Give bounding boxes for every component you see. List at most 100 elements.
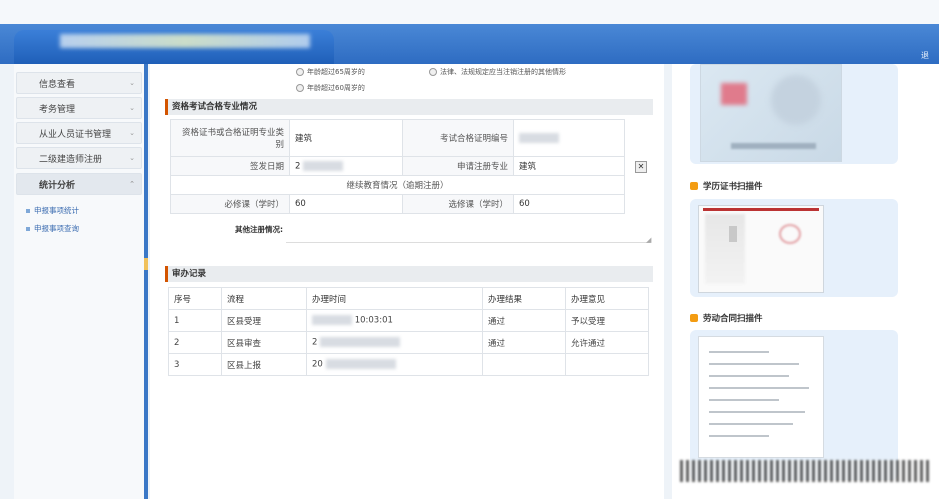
other-registration-field[interactable]	[286, 218, 650, 243]
redacted-mark	[771, 75, 821, 125]
radio-icon	[429, 68, 437, 76]
continuing-edu-label: 继续教育情况（逾期注册）	[170, 175, 625, 195]
redacted-block	[705, 214, 745, 284]
radio-age-over-65[interactable]: 年龄超过65周岁的	[296, 67, 365, 77]
redacted-strip	[731, 143, 816, 149]
chevron-down-icon: ⌄	[129, 154, 135, 162]
chevron-down-icon: ⌄	[129, 79, 135, 87]
radio-label: 年龄超过65周岁的	[307, 68, 365, 76]
exam-cert-no-value	[513, 119, 625, 157]
delete-button[interactable]: ✕	[635, 161, 647, 173]
text-line	[709, 351, 769, 353]
labor-contract-scan-image[interactable]	[698, 336, 824, 458]
site-title-redacted	[60, 34, 310, 48]
radio-label: 年龄超过60周岁的	[307, 84, 365, 92]
column-header-no: 序号	[168, 287, 222, 310]
row-process: 区县审查	[221, 331, 307, 354]
education-cert-card	[690, 199, 898, 297]
redacted-value	[519, 132, 559, 143]
resize-handle-icon[interactable]: ◢	[646, 236, 651, 244]
section-header-qualification: 资格考试合格专业情况	[165, 99, 653, 115]
sidebar-subitem-label: 申报事项统计	[34, 206, 79, 215]
attachments-panel: 学历证书扫描件 劳动合同扫描件	[672, 64, 939, 499]
watermark-overlay	[680, 460, 930, 482]
text-line	[709, 387, 809, 389]
bullet-icon	[26, 208, 30, 213]
row-time: 10:03:01	[306, 309, 483, 332]
sidebar-item-info-view[interactable]: 信息查看 ⌄	[16, 72, 142, 94]
chevron-down-icon: ⌄	[129, 129, 135, 137]
sidebar-item-exam-affairs[interactable]: 考务管理 ⌄	[16, 97, 142, 119]
sidebar-item-practitioner-certs[interactable]: 从业人员证书管理 ⌄	[16, 122, 142, 144]
education-cert-title: 学历证书扫描件	[690, 180, 763, 192]
labor-contract-card	[690, 330, 898, 480]
cert-spec-label: 资格证书或合格证明专业类别	[170, 119, 290, 157]
sidebar-item-label: 信息查看	[39, 79, 76, 90]
education-cert-scan-image[interactable]	[698, 205, 824, 293]
table-header-row: 序号 流程 办理时间 办理结果 办理意见	[168, 287, 649, 310]
logout-link[interactable]: 退	[921, 50, 929, 61]
education-cert-title-text: 学历证书扫描件	[703, 182, 763, 192]
labor-contract-title-text: 劳动合同扫描件	[703, 314, 763, 324]
row-time: 2	[306, 331, 483, 354]
collapse-handle[interactable]	[144, 258, 148, 270]
issue-date-value: 2	[289, 156, 403, 176]
redacted-block	[729, 226, 737, 242]
main-content: 年龄超过65周岁的 法律、法规规定应当注销注册的其他情形 年龄超过60周岁的 资…	[150, 64, 664, 499]
sidebar-item-constructor-registration[interactable]: 二级建造师注册 ⌄	[16, 147, 142, 169]
sidebar-item-statistics[interactable]: 统计分析 ⌃	[16, 173, 142, 195]
column-header-process: 流程	[221, 287, 307, 310]
sidebar-item-label: 二级建造师注册	[39, 154, 103, 165]
radio-label: 法律、法规规定应当注销注册的其他情形	[440, 68, 566, 76]
text-line	[709, 399, 779, 401]
chevron-down-icon: ⌄	[129, 104, 135, 112]
sidebar-splitter[interactable]	[144, 64, 148, 499]
elective-hours-label: 选修课（学时）	[402, 194, 514, 214]
column-header-time: 办理时间	[306, 287, 483, 310]
row-result: 通过	[482, 331, 566, 354]
radio-other-legal-cases[interactable]: 法律、法规规定应当注销注册的其他情形	[429, 67, 566, 77]
sidebar: 信息查看 ⌄ 考务管理 ⌄ 从业人员证书管理 ⌄ 二级建造师注册 ⌄ 统计分析 …	[14, 64, 145, 499]
table-row: 3 区县上报 20	[168, 353, 649, 376]
sidebar-subitem-declaration-stats[interactable]: 申报事项统计	[26, 205, 79, 216]
id-card-scan-image[interactable]	[700, 64, 842, 162]
chevron-up-icon: ⌃	[129, 180, 135, 188]
sidebar-subitem-declaration-query[interactable]: 申报事项查询	[26, 223, 79, 234]
radio-age-over-60[interactable]: 年龄超过60周岁的	[296, 83, 365, 93]
row-time-text: 10:03:01	[354, 315, 393, 326]
id-card-scan-card	[690, 64, 898, 164]
row-process: 区县上报	[221, 353, 307, 376]
redacted-photo	[721, 83, 747, 105]
text-line	[709, 363, 799, 365]
text-line	[709, 435, 769, 437]
column-header-result: 办理结果	[482, 287, 566, 310]
exam-cert-no-label: 考试合格证明编号	[402, 119, 514, 157]
sidebar-item-label: 从业人员证书管理	[39, 129, 112, 140]
radio-icon	[296, 68, 304, 76]
redacted-value	[320, 337, 401, 348]
row-process: 区县受理	[221, 309, 307, 332]
table-row: 1 区县受理 10:03:01 通过 予以受理	[168, 309, 649, 332]
row-no: 2	[168, 331, 222, 354]
row-opinion: 允许通过	[565, 331, 649, 354]
row-time: 20	[306, 353, 483, 376]
text-line	[709, 423, 793, 425]
section-header-records: 审办记录	[165, 266, 653, 282]
apply-spec-value: 建筑	[513, 156, 625, 176]
document-icon	[690, 314, 698, 322]
document-icon	[690, 182, 698, 190]
qualification-table: 资格证书或合格证明专业类别 建筑 考试合格证明编号 签发日期 2 申请注册专业 …	[170, 119, 625, 214]
row-no: 3	[168, 353, 222, 376]
other-registration-label: 其他注册情况:	[235, 225, 283, 234]
bullet-icon	[26, 226, 30, 231]
column-header-opinion: 办理意见	[565, 287, 649, 310]
row-time-text: 20	[312, 359, 323, 370]
text-line	[709, 375, 789, 377]
row-opinion: 予以受理	[565, 309, 649, 332]
sidebar-subitem-label: 申报事项查询	[34, 224, 79, 233]
red-border-line	[703, 208, 819, 211]
radio-icon	[296, 84, 304, 92]
sidebar-item-label: 考务管理	[39, 104, 76, 115]
row-result: 通过	[482, 309, 566, 332]
row-time-text: 2	[312, 337, 318, 348]
